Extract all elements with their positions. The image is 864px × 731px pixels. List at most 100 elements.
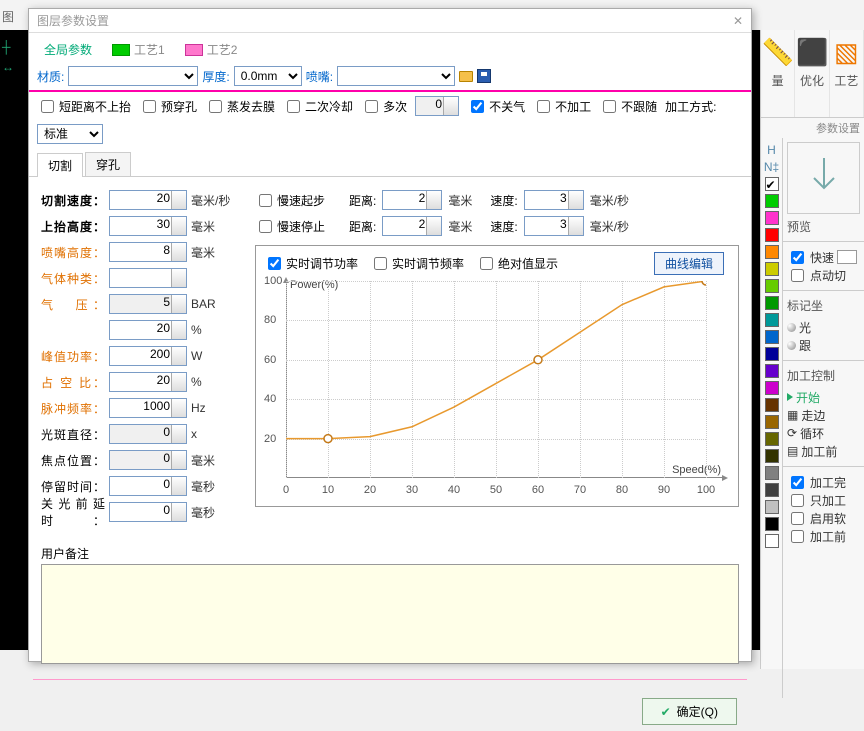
layer-color[interactable] — [765, 449, 779, 463]
right-column: 慢速起步 距离: 2 毫米 速度: 3 毫米/秒 慢速停止 距离: 2 毫米 速… — [255, 187, 739, 525]
thickness-select[interactable]: 0.0mm — [234, 66, 302, 86]
layer-color[interactable] — [765, 381, 779, 395]
layer-color[interactable] — [765, 228, 779, 242]
param-spin[interactable] — [109, 268, 187, 288]
loop-btn[interactable]: ⟳ 循环 — [787, 424, 860, 442]
cb-evap[interactable] — [209, 100, 222, 113]
layer-param-dialog: 图层参数设置 ✕ 全局参数 工艺1 工艺2 材质: 厚度: 0.0mm 喷嘴: … — [28, 8, 752, 662]
layer-color[interactable] — [765, 211, 779, 225]
nozzle-label: 喷嘴: — [306, 68, 333, 85]
param-spin[interactable]: 20 — [109, 372, 187, 392]
layer-color[interactable] — [765, 364, 779, 378]
dialog-title: 图层参数设置 — [37, 12, 109, 29]
layer-color[interactable] — [765, 347, 779, 361]
material-select[interactable] — [68, 66, 198, 86]
layer-color[interactable] — [765, 330, 779, 344]
layer-check[interactable]: ✔ — [765, 177, 779, 191]
curve-edit-button[interactable]: 曲线编辑 — [654, 252, 724, 275]
param-spin[interactable]: 0 — [109, 450, 187, 470]
fast-cb[interactable] — [791, 251, 804, 264]
param-unit: 毫米 — [191, 218, 215, 235]
tab-pierce[interactable]: 穿孔 — [85, 152, 131, 176]
tab-global[interactable]: 全局参数 — [35, 37, 101, 62]
cb-no-gas-off[interactable] — [471, 100, 484, 113]
start-dist[interactable]: 2 — [382, 190, 442, 210]
ribbon-item[interactable]: ▧工艺 — [830, 30, 864, 117]
param-spin[interactable]: 0 — [109, 502, 187, 522]
layer-color[interactable] — [765, 398, 779, 412]
cb-short-dist[interactable] — [41, 100, 54, 113]
layer-color[interactable] — [765, 517, 779, 531]
control-panel: 预览 快速 点动切 标记坐 光 跟 加工控制 开始 ▦ 走边 ⟳ 循环 ▤ 加工… — [783, 138, 864, 698]
mode-select[interactable]: 标准 — [37, 124, 103, 144]
close-icon[interactable]: ✕ — [733, 14, 743, 28]
layer-color[interactable] — [765, 194, 779, 208]
ribbon-sub: 参数设置 — [761, 118, 864, 138]
param-spin[interactable]: 5 — [109, 294, 187, 314]
tab-process1[interactable]: 工艺1 — [103, 37, 174, 62]
cb-no-process[interactable] — [537, 100, 550, 113]
layer-color[interactable] — [765, 466, 779, 480]
layer-color-column: H N‡ ✔ — [761, 138, 783, 698]
process-tabs: 全局参数 工艺1 工艺2 — [29, 33, 751, 62]
power-curve-box: 实时调节功率 实时调节频率 绝对值显示 曲线编辑 Power(%) Speed(… — [255, 245, 739, 507]
save-icon[interactable] — [477, 69, 491, 83]
layer-color[interactable] — [765, 432, 779, 446]
param-unit: 毫秒 — [191, 478, 215, 495]
stop-dist[interactable]: 2 — [382, 216, 442, 236]
tab-cut[interactable]: 切割 — [37, 153, 83, 177]
preview-arrow — [787, 142, 860, 214]
layer-color[interactable] — [765, 313, 779, 327]
cb-slow-stop[interactable] — [259, 220, 272, 233]
param-spin[interactable]: 0 — [109, 424, 187, 444]
param-spin[interactable]: 8 — [109, 242, 187, 262]
layer-color[interactable] — [765, 483, 779, 497]
layer-color[interactable] — [765, 279, 779, 293]
param-spin[interactable]: 200 — [109, 346, 187, 366]
ok-button[interactable]: ✔确定(Q) — [642, 698, 737, 725]
param-spin[interactable]: 1000 — [109, 398, 187, 418]
cb-multi[interactable] — [365, 100, 378, 113]
cb-rt-freq[interactable] — [374, 257, 387, 270]
title-bar: 图层参数设置 ✕ — [29, 9, 751, 33]
multi-count[interactable]: 0 — [415, 96, 459, 116]
cb-no-follow[interactable] — [603, 100, 616, 113]
cb-second-cool[interactable] — [287, 100, 300, 113]
layer-color[interactable] — [765, 262, 779, 276]
layer-color[interactable] — [765, 500, 779, 514]
param-spin[interactable]: 0 — [109, 476, 187, 496]
param-spin[interactable]: 20 — [109, 190, 187, 210]
start-speed[interactable]: 3 — [524, 190, 584, 210]
cb-abs[interactable] — [480, 257, 493, 270]
jog-cb[interactable] — [791, 269, 804, 282]
tab-process2[interactable]: 工艺2 — [176, 37, 247, 62]
param-label: 上抬高度： — [41, 218, 105, 235]
ribbon-item[interactable]: ⬛优化 — [795, 30, 829, 117]
start-btn[interactable]: 开始 — [787, 388, 860, 406]
walk-btn[interactable]: ▦ 走边 — [787, 406, 860, 424]
param-list: 切割速度： 20 毫米/秒上抬高度： 30 毫米喷嘴高度： 8 毫米气体种类： … — [41, 187, 241, 525]
param-unit: x — [191, 427, 197, 441]
param-label: 气体种类： — [41, 270, 105, 287]
layer-color[interactable] — [765, 245, 779, 259]
nozzle-select[interactable] — [337, 66, 455, 86]
param-unit: % — [191, 323, 202, 337]
param-label: 光斑直径： — [41, 426, 105, 443]
open-icon[interactable] — [459, 71, 473, 82]
param-unit: 毫米/秒 — [191, 192, 230, 209]
layer-color[interactable] — [765, 534, 779, 548]
layer-color[interactable] — [765, 415, 779, 429]
cb-pre-pierce[interactable] — [143, 100, 156, 113]
param-unit: Hz — [191, 401, 206, 415]
param-spin[interactable]: 30 — [109, 216, 187, 236]
layer-color[interactable] — [765, 296, 779, 310]
param-label: 关光前延时： — [41, 495, 105, 529]
cb-rt-power[interactable] — [268, 257, 281, 270]
cb-slow-start[interactable] — [259, 194, 272, 207]
ribbon-item[interactable]: 📏量 — [761, 30, 795, 117]
cut-btn[interactable]: ▤ 加工前 — [787, 442, 860, 460]
param-spin[interactable]: 20 — [109, 320, 187, 340]
stop-speed[interactable]: 3 — [524, 216, 584, 236]
param-unit: 毫米 — [191, 244, 215, 261]
notes-textarea[interactable] — [41, 564, 739, 664]
